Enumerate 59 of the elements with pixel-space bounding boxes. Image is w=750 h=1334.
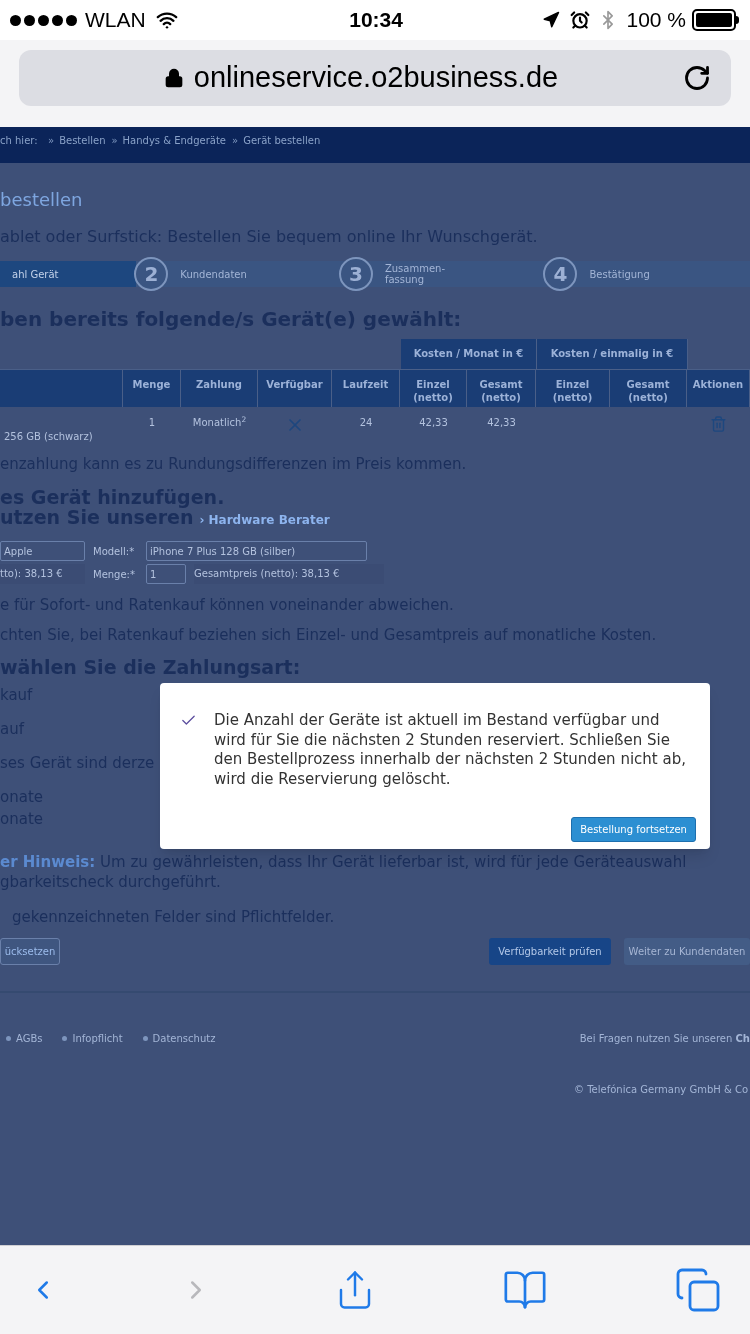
dialog-message: Die Anzahl der Geräte ist aktuell im Bestand verfügbar und wird für Sie die nächsten 2 Stunden reserviert. Schließen Sie den Bestellprozess innerhalb der nächsten 2 Stunden nicht ab, wird die Reservierung gelöscht. xyxy=(214,711,687,789)
separator-text: » xyxy=(111,134,118,148)
table-cell: 42,33 xyxy=(487,417,516,428)
unit-price: tto): 38,13 € xyxy=(0,564,85,584)
battery-icon xyxy=(692,9,740,31)
breadcrumb-label: ch hier: xyxy=(0,134,39,148)
column-header: Zahlung xyxy=(181,370,258,407)
form-button[interactable]: ücksetzen xyxy=(0,938,60,965)
model-field[interactable]: iPhone 7 Plus 128 GB (silber) xyxy=(146,541,367,561)
clock-time: 10:34 xyxy=(349,7,403,34)
bullet-icon xyxy=(62,1036,68,1041)
form-button[interactable]: Verfügbarkeit prüfen xyxy=(489,938,611,965)
footer-link[interactable]: Infopflicht xyxy=(72,1031,123,1046)
quantity-field[interactable]: 1 xyxy=(146,564,186,584)
battery-percentage: 100 % xyxy=(626,7,686,34)
carrier-name: WLAN xyxy=(85,7,146,34)
breadcrumb-link[interactable]: Handys & Endgeräte xyxy=(122,133,227,148)
hardware-advisor-link[interactable]: › Hardware Berater xyxy=(199,511,330,529)
column-header: Menge xyxy=(123,370,181,407)
table-cell: 1 xyxy=(148,417,156,428)
lock-icon xyxy=(163,67,184,89)
location-icon xyxy=(542,11,561,29)
table-cell: Monatlich$^{2}$ xyxy=(192,417,247,428)
field-label: Modell:* xyxy=(93,544,136,559)
footer-link[interactable]: AGBs xyxy=(16,1031,43,1046)
contact-text: Bei Fragen nutzen Sie unseren Ch xyxy=(579,1032,750,1046)
table-cell: 42,33 xyxy=(419,417,448,428)
tabs-icon[interactable] xyxy=(674,1266,722,1314)
copyright-text: © Telefónica Germany GmbH & Co xyxy=(574,1083,749,1097)
breadcrumb-link[interactable]: Bestellen xyxy=(59,133,106,148)
column-group-header: Kosten / einmalig in € xyxy=(537,339,688,369)
table-cell: 24 xyxy=(359,417,373,428)
url-text: onlineservice.o2business.de xyxy=(193,60,559,96)
breadcrumb-link[interactable]: Gerät bestellen xyxy=(243,133,321,148)
form-button[interactable]: Weiter zu Kundendaten xyxy=(624,938,750,965)
table-cell: 256 GB (schwarz) xyxy=(4,431,93,442)
field-label: Menge:* xyxy=(93,567,136,582)
reload-icon[interactable] xyxy=(683,64,711,92)
column-header: Gesamt (netto) xyxy=(467,370,536,407)
separator-text: » xyxy=(48,134,55,148)
address-field[interactable]: onlineservice.o2business.de xyxy=(19,50,731,106)
column-header: Gesamt (netto) xyxy=(610,370,687,407)
column-header: Verfügbar xyxy=(258,370,332,407)
continue-order-button[interactable]: Bestellung fortsetzen xyxy=(571,817,696,842)
separator-text: » xyxy=(232,134,239,148)
column-header: Laufzeit xyxy=(332,370,400,407)
manufacturer-field[interactable]: Apple xyxy=(0,541,85,561)
bullet-icon xyxy=(6,1036,11,1041)
page-title: bestellen xyxy=(0,189,84,211)
column-header: Einzel (netto) xyxy=(400,370,467,407)
alarm-icon xyxy=(570,10,591,30)
column-header: Aktionen xyxy=(687,370,750,407)
step-tab[interactable]: ahl Gerät xyxy=(0,261,137,287)
total-price: Gesamtpreis (netto): 38,13 € xyxy=(194,564,384,584)
column-group-header: Kosten / Monat in € xyxy=(401,339,537,369)
footer-link[interactable]: Datenschutz xyxy=(152,1031,216,1046)
bullet-icon xyxy=(142,1036,148,1041)
column-header: Einzel (netto) xyxy=(536,370,610,407)
signal-icon xyxy=(10,14,77,26)
